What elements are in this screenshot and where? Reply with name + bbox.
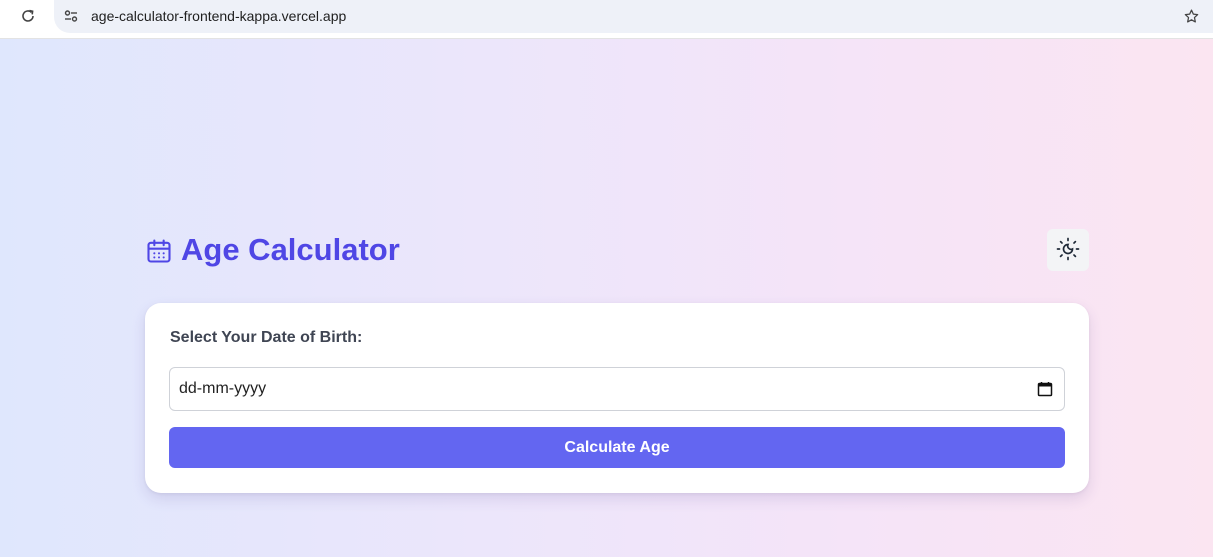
browser-toolbar: age-calculator-frontend-kappa.vercel.app [0,0,1213,39]
tune-icon[interactable] [62,7,80,25]
theme-toggle-button[interactable] [1047,229,1089,271]
calculate-age-button[interactable]: Calculate Age [169,427,1065,468]
app-header: Age Calculator [145,229,1089,271]
star-icon[interactable] [1181,6,1201,26]
calendar-picker-icon[interactable] [1037,381,1053,397]
url-text[interactable]: age-calculator-frontend-kappa.vercel.app [91,8,346,24]
page-viewport: Age Calculator Select Your Date of Birth… [0,39,1213,557]
reload-icon[interactable] [18,6,38,26]
page-title: Age Calculator [181,232,400,267]
calendar-icon [145,237,173,265]
sun-moon-icon [1056,237,1080,264]
calculator-card: Select Your Date of Birth: dd-mm-yyyy Ca… [145,303,1089,493]
dob-label: Select Your Date of Birth: [170,329,363,346]
dob-placeholder: dd-mm-yyyy [179,380,267,397]
address-bar[interactable]: age-calculator-frontend-kappa.vercel.app [54,0,1213,33]
dob-date-input[interactable]: dd-mm-yyyy [169,367,1065,411]
